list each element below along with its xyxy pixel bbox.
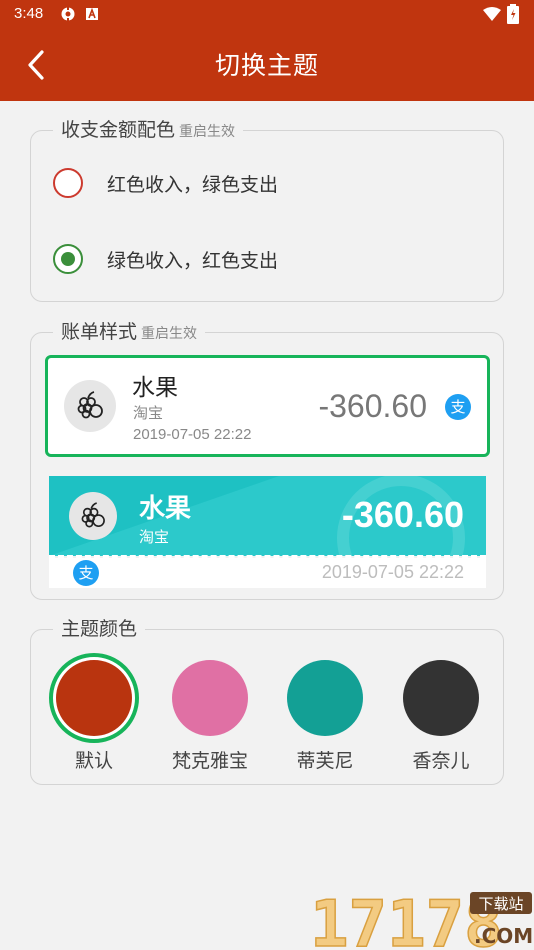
swatch-chanel[interactable] (403, 660, 479, 736)
fruit-icon (64, 380, 116, 432)
site-watermark-logo: 17178 下载站 .COM (310, 888, 533, 950)
watermark-tag: 下载站 (478, 895, 523, 913)
swatch-chanel-label: 香奈儿 (412, 750, 470, 772)
swatch-default[interactable] (56, 660, 132, 736)
swatch-tiffany-label: 蒂芙尼 (296, 750, 354, 772)
amount-color-note: 重启生效 (179, 124, 236, 140)
bill-style-plain-card[interactable]: 水果 淘宝 2019-07-05 22:22 -360.60 支 (45, 355, 490, 457)
status-bar: 3:48 (0, 0, 534, 28)
theme-color-group: 主题颜色 默认 梵克雅宝 蒂芙尼 香奈儿 (30, 614, 504, 785)
radio-red-income[interactable]: 红色收入，绿色支出 (53, 163, 278, 203)
bill-time: 2019-07-05 22:22 (321, 562, 464, 582)
bill-style-note: 重启生效 (141, 326, 198, 342)
app-bar: 切换主题 (0, 28, 534, 101)
app-a-icon (86, 7, 98, 20)
radio-green-income-label: 绿色收入，红色支出 (107, 249, 279, 272)
amount-color-legend: 收支金额配色 重启生效 (53, 115, 244, 142)
radio-unchecked-icon (53, 168, 83, 198)
amount-color-group: 收支金额配色 重启生效 红色收入，绿色支出 绿色收入，红色支出 (30, 115, 504, 302)
swatch-van-cleef-label: 梵克雅宝 (171, 750, 248, 772)
battery-icon (507, 4, 519, 24)
alipay-icon: 支 (73, 560, 99, 586)
bill-amount: -360.60 (318, 388, 427, 424)
settings-gear-icon (61, 6, 75, 22)
theme-color-legend: 主题颜色 (53, 614, 146, 641)
bill-source: 淘宝 (139, 528, 170, 546)
bill-style-legend: 账单样式 重启生效 (53, 317, 206, 344)
fruit-icon (69, 492, 117, 540)
swatch-van-cleef[interactable] (172, 660, 248, 736)
radio-green-income[interactable]: 绿色收入，红色支出 (53, 239, 278, 279)
swatch-default-label: 默认 (74, 750, 113, 772)
radio-checked-icon (53, 244, 83, 274)
bill-style-group: 账单样式 重启生效 水果 淘宝 2019-07-05 22:22 -360.60 … (30, 317, 504, 600)
bill-name: 水果 (132, 375, 178, 401)
bill-time: 2019-07-05 22:22 (133, 426, 252, 443)
bill-style-title: 账单样式 (61, 321, 138, 343)
wifi-icon (483, 7, 501, 21)
alipay-icon: 支 (445, 394, 471, 420)
radio-red-income-label: 红色收入，绿色支出 (107, 173, 279, 196)
amount-color-title: 收支金额配色 (61, 119, 176, 141)
page-title: 切换主题 (214, 51, 319, 80)
status-time: 3:48 (14, 5, 44, 22)
theme-color-title: 主题颜色 (61, 618, 138, 640)
bill-style-ticket-card[interactable]: 水果 淘宝 -360.60 支 2019-07-05 22:22 (49, 476, 486, 588)
bill-source: 淘宝 (133, 404, 164, 422)
ticket-footer: 支 2019-07-05 22:22 (49, 558, 486, 588)
watermark-domain: .COM (474, 924, 533, 948)
bill-name: 水果 (139, 494, 192, 524)
swatch-tiffany[interactable] (287, 660, 363, 736)
bill-amount: -360.60 (341, 494, 464, 535)
ticket-header: 水果 淘宝 -360.60 (49, 476, 486, 556)
